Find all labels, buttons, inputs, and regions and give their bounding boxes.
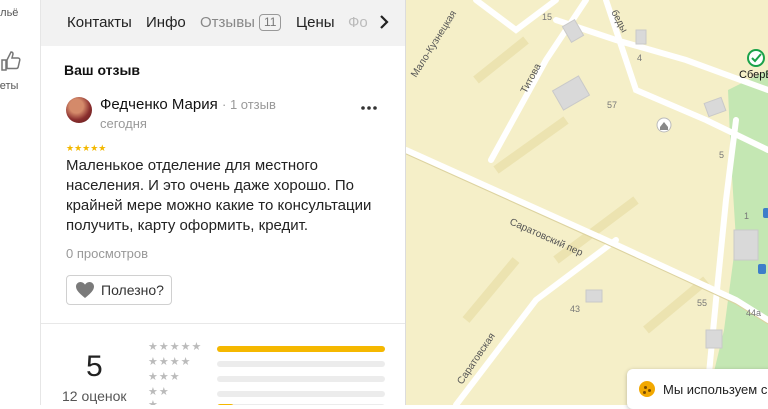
chevron-right-icon[interactable] xyxy=(375,12,393,32)
rating-bar xyxy=(217,376,385,382)
thumbs-up-icon[interactable] xyxy=(0,50,22,72)
rating-bar-fill xyxy=(217,346,385,352)
useful-button[interactable]: Полезно? xyxy=(66,275,172,305)
rating-row-stars: ★★★ xyxy=(148,371,181,383)
house-number: 15 xyxy=(542,12,552,22)
rating-row: ★★★★★ xyxy=(148,341,388,355)
tab-reviews-label: Отзывы xyxy=(200,14,255,31)
avatar[interactable] xyxy=(66,97,92,123)
useful-label: Полезно? xyxy=(101,282,164,298)
map[interactable]: Мало-Кузнецкая Титова Саратовский пер Са… xyxy=(406,0,768,405)
tab-reviews[interactable]: Отзывы 11 xyxy=(200,14,282,31)
rating-row-stars: ★ xyxy=(148,399,159,405)
house-number: 4 xyxy=(637,53,642,63)
cookie-text: Мы используем с xyxy=(663,381,768,397)
rating-row-stars: ★★ xyxy=(148,386,170,398)
house-number: 44а xyxy=(746,308,761,318)
cookie-icon xyxy=(639,381,655,397)
poi-label[interactable]: СберБ xyxy=(739,69,768,81)
tab-prices[interactable]: Цены xyxy=(296,14,335,31)
rating-bar xyxy=(217,346,385,352)
author-name[interactable]: Федченко Мария xyxy=(100,96,218,113)
rating-row: ★ xyxy=(148,399,388,405)
house-number: 55 xyxy=(697,298,707,308)
side-rail-item-label: веты xyxy=(0,80,19,92)
review-text: Маленькое отделение для местного населен… xyxy=(66,157,372,234)
divider xyxy=(41,323,405,324)
more-options-icon[interactable] xyxy=(359,100,379,116)
rating-row: ★★ xyxy=(148,386,388,400)
reviews-panel: Контакты Инфо Отзывы 11 Цены Фо Ваш отзыв… xyxy=(41,0,406,405)
your-review-heading: Ваш отзыв xyxy=(64,62,141,78)
review-rating-stars: ★★★★★ xyxy=(66,143,107,153)
author-review-count: · 1 отзыв xyxy=(222,97,276,112)
ratings-count: 12 оценок xyxy=(62,388,127,404)
house-number: 57 xyxy=(607,100,617,110)
rating-row-stars: ★★★★★ xyxy=(148,341,203,353)
rating-bar xyxy=(217,361,385,367)
cookie-notice[interactable]: Мы используем с xyxy=(627,369,768,409)
average-score: 5 xyxy=(86,350,103,383)
tab-info[interactable]: Инфо xyxy=(146,14,186,31)
side-rail: ильё веты xyxy=(0,0,41,405)
tab-photos[interactable]: Фо xyxy=(348,14,368,31)
review-date: сегодня xyxy=(100,116,147,131)
house-number: 43 xyxy=(570,304,580,314)
bus-stop-icon[interactable] xyxy=(763,208,768,218)
rating-row: ★★★ xyxy=(148,371,388,385)
bank-marker-icon[interactable] xyxy=(747,49,765,67)
tab-bar: Контакты Инфо Отзывы 11 Цены Фо xyxy=(41,0,405,46)
bus-stop-icon[interactable] xyxy=(758,264,766,274)
house-number: 1 xyxy=(744,211,749,221)
rating-row: ★★★★ xyxy=(148,356,388,370)
heart-icon xyxy=(76,282,94,298)
reviews-count-badge: 11 xyxy=(258,14,282,31)
house-icon[interactable] xyxy=(656,117,672,133)
side-rail-item-top[interactable]: ильё xyxy=(0,7,18,19)
house-number: 5 xyxy=(719,150,724,160)
rating-bar xyxy=(217,391,385,397)
views-count: 0 просмотров xyxy=(66,246,149,261)
rating-row-stars: ★★★★ xyxy=(148,356,192,368)
tab-contacts[interactable]: Контакты xyxy=(67,14,132,31)
